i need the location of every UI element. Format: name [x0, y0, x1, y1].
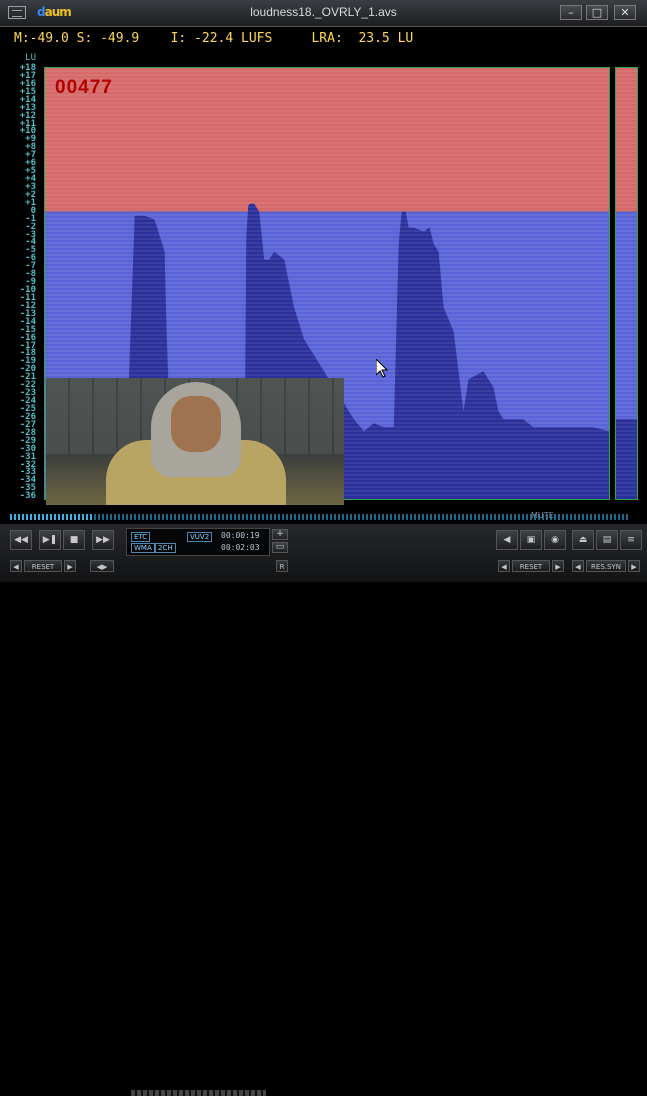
right-arrow-icon[interactable]: ▶ — [64, 560, 76, 572]
left-arrow-icon-3[interactable]: ◀ — [572, 560, 584, 572]
graph-above-target-region — [45, 68, 609, 212]
minimize-button[interactable]: – — [560, 5, 582, 20]
video-overlay[interactable] — [46, 378, 344, 505]
tag-vuv: VUV2 — [187, 532, 213, 542]
close-button[interactable]: ✕ — [614, 5, 636, 20]
m-label: M: — [14, 31, 30, 46]
sidebar-above-target-region — [616, 68, 637, 212]
lra-label: LRA: — [311, 31, 343, 46]
frame-counter: 00477 — [55, 77, 113, 98]
left-arrow-icon[interactable]: ◀ — [10, 560, 22, 572]
tag-2ch: 2CH — [155, 543, 176, 553]
m-value: -49.0 — [29, 31, 69, 46]
mute-label[interactable]: MUTE — [531, 511, 554, 520]
sidebar-scanlines — [616, 70, 637, 496]
right-arrow-icon-3[interactable]: ▶ — [628, 560, 640, 572]
subtitle-icon[interactable]: ▣ — [520, 530, 542, 550]
maximize-button[interactable]: □ — [586, 5, 608, 20]
i-value: -22.4 LUFS — [194, 31, 273, 46]
seek-progress — [10, 514, 92, 520]
frame-step-icon[interactable]: ◀▶ — [90, 560, 114, 572]
tag-wma: WMA — [131, 543, 155, 553]
lra-value: 23.5 LU — [358, 31, 414, 46]
reset-button-2[interactable]: RESET — [512, 560, 550, 572]
s-label: S: — [76, 31, 93, 46]
loudness-stats: M:-49.0 S: -49.9 I: -22.4 LUFS LRA: 23.5… — [14, 31, 413, 46]
right-arrow-icon-2[interactable]: ▶ — [552, 560, 564, 572]
short-term-meter — [615, 67, 638, 500]
screen-icon[interactable]: ▭ — [272, 542, 288, 553]
playlist-icon[interactable]: ▤ — [596, 530, 618, 550]
mouse-cursor-icon — [375, 357, 389, 382]
scale-label: -36 — [19, 491, 36, 502]
control-bar: ◀◀ ▶❚ ■ ▶▶ ETC VUV2 00:00:19 WMA 2CH 00:… — [0, 524, 647, 1096]
window-title: loudness18._OVRLY_1.avs — [250, 5, 397, 19]
menu-list-icon[interactable]: ≡ — [620, 530, 642, 550]
reset-button-1[interactable]: RESET — [24, 560, 62, 572]
resync-button[interactable]: RES.SYN — [586, 560, 626, 572]
scale-unit: LU — [25, 53, 36, 63]
add-icon[interactable]: + — [272, 529, 288, 540]
info-panel: ETC VUV2 00:00:19 WMA 2CH 00:02:03 — [126, 528, 270, 556]
left-arrow-icon-2[interactable]: ◀ — [498, 560, 510, 572]
repeat-icon[interactable]: R — [276, 560, 288, 572]
speed-bar[interactable] — [131, 1090, 266, 1096]
volume-icon[interactable]: ◀ — [496, 530, 518, 550]
play-pause-icon[interactable]: ▶❚ — [39, 530, 61, 550]
stop-icon[interactable]: ■ — [63, 530, 85, 550]
next-icon[interactable]: ▶▶ — [92, 530, 114, 550]
i-label: I: — [170, 31, 187, 46]
title-bar: daum loudness18._OVRLY_1.avs – □ ✕ — [0, 0, 647, 27]
record-icon[interactable]: ◉ — [544, 530, 566, 550]
total-time: 00:02:03 — [221, 543, 260, 552]
video-person-face — [171, 396, 221, 452]
current-time: 00:00:19 — [221, 531, 260, 540]
eject-icon[interactable]: ⏏ — [572, 530, 594, 550]
s-value: -49.9 — [100, 31, 140, 46]
prev-icon[interactable]: ◀◀ — [10, 530, 32, 550]
tag-etc: ETC — [131, 532, 151, 542]
short-term-chart — [616, 68, 637, 499]
